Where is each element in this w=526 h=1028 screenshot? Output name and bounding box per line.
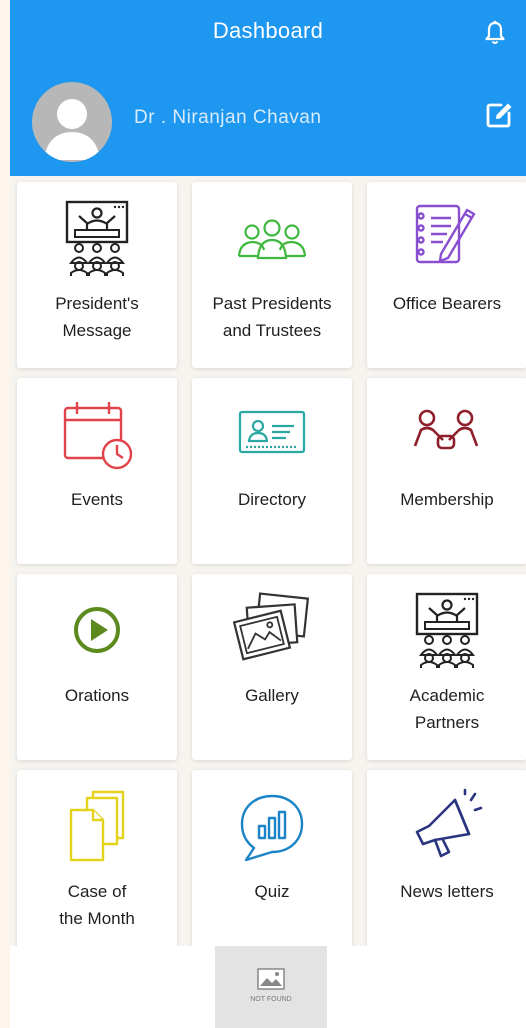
page-title: Dashboard <box>212 18 324 43</box>
edit-profile-icon[interactable] <box>484 100 514 130</box>
menu-grid: President's Message Past Presidents and … <box>10 176 526 956</box>
user-silhouette-icon <box>44 99 100 160</box>
tile-presidents-message[interactable]: President's Message <box>17 182 177 368</box>
presentation-icon <box>415 592 479 668</box>
image-not-found-text: NOT FOUND <box>250 996 292 1003</box>
photo-stack-icon <box>232 592 310 661</box>
tile-quiz[interactable]: Quiz <box>192 770 352 956</box>
play-circle-icon <box>74 607 120 653</box>
tile-orations[interactable]: Orations <box>17 574 177 760</box>
bell-icon[interactable] <box>484 20 506 46</box>
handshake-people-icon <box>413 409 479 450</box>
avatar[interactable] <box>32 82 112 162</box>
notepad-pen-icon <box>415 204 476 264</box>
tile-label: Events <box>71 490 123 509</box>
tile-label: Past Presidents and Trustees <box>212 294 332 340</box>
app-screen: Dashboard Dr . Niranjan Chavan President… <box>0 0 526 1028</box>
calendar-clock-icon <box>63 402 133 470</box>
tile-label: President's Message <box>55 294 139 340</box>
tile-academic-partners[interactable]: Academic Partners <box>367 574 526 760</box>
user-name: Dr . Niranjan Chavan <box>134 107 322 128</box>
profile-row: Dr . Niranjan Chavan <box>10 66 526 176</box>
tile-directory[interactable]: Directory <box>192 378 352 564</box>
id-card-icon <box>238 410 306 454</box>
tile-label: Orations <box>64 686 130 705</box>
tile-label: News letters <box>400 882 494 901</box>
footer-area: NOT FOUND <box>10 946 526 1028</box>
presentation-icon <box>65 200 129 276</box>
group-icon <box>237 219 307 260</box>
tile-label: Gallery <box>245 686 299 705</box>
tile-label: Office Bearers <box>392 294 502 313</box>
tile-case-of-the-month[interactable]: Case of the Month <box>17 770 177 956</box>
tile-gallery[interactable]: Gallery <box>192 574 352 760</box>
tile-office-bearers[interactable]: Office Bearers <box>367 182 526 368</box>
tile-past-presidents[interactable]: Past Presidents and Trustees <box>192 182 352 368</box>
tile-membership[interactable]: Membership <box>367 378 526 564</box>
dashboard-header: Dashboard Dr . Niranjan Chavan <box>10 0 526 176</box>
left-edge-strip <box>0 0 10 1028</box>
tile-label: Academic Partners <box>409 686 485 732</box>
megaphone-icon <box>415 788 483 858</box>
tile-label: Directory <box>237 490 306 509</box>
broken-image-placeholder: NOT FOUND <box>215 946 327 1028</box>
tile-news-letters[interactable]: News letters <box>367 770 526 956</box>
chat-bar-chart-icon <box>240 794 304 862</box>
tile-label: Membership <box>400 490 494 509</box>
tile-label: Quiz <box>254 882 290 901</box>
tile-events[interactable]: Events <box>17 378 177 564</box>
image-icon <box>257 968 285 990</box>
document-stack-icon <box>69 790 125 862</box>
tile-label: Case of the Month <box>59 882 135 928</box>
